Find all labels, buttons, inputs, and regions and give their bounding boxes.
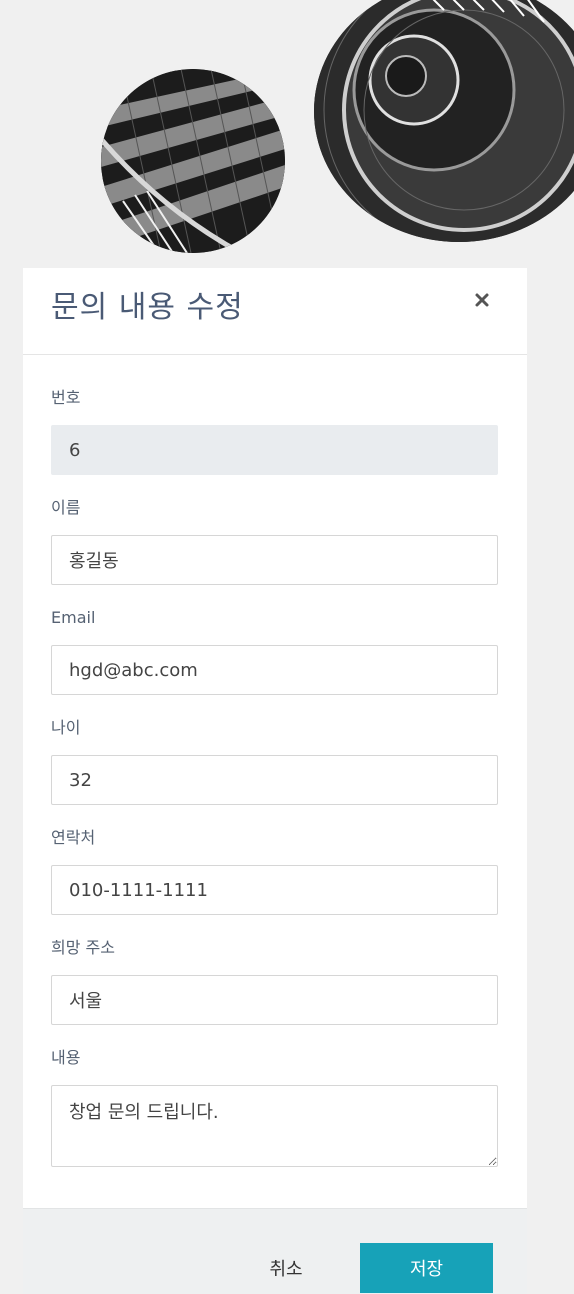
name-field: 이름 [51, 495, 498, 585]
cancel-button[interactable]: 취소 [251, 1243, 321, 1293]
name-input[interactable] [51, 535, 498, 585]
name-label: 이름 [51, 498, 81, 517]
modal-body: 번호 이름 Email 나이 연락처 희망 주소 [23, 355, 527, 1167]
address-label: 희망 주소 [51, 938, 115, 957]
number-label: 번호 [51, 388, 81, 407]
address-input[interactable] [51, 975, 498, 1025]
page: 문의 내용 수정 번호 이름 Email 나이 [0, 0, 574, 1294]
phone-label: 연락처 [51, 828, 96, 847]
number-field: 번호 [51, 385, 498, 475]
phone-field: 연락처 [51, 825, 498, 915]
age-label: 나이 [51, 718, 81, 737]
edit-inquiry-modal: 문의 내용 수정 번호 이름 Email 나이 [23, 268, 527, 1294]
number-input [51, 425, 498, 475]
content-textarea[interactable]: 창업 문의 드립니다. [51, 1085, 498, 1167]
modal-header: 문의 내용 수정 [23, 268, 527, 355]
age-field: 나이 [51, 715, 498, 805]
close-button[interactable] [471, 286, 497, 312]
email-field: Email [51, 605, 498, 695]
save-button[interactable]: 저장 [360, 1243, 493, 1293]
close-icon [475, 293, 489, 307]
staircase-photo-right [314, 0, 574, 242]
phone-input[interactable] [51, 865, 498, 915]
staircase-photo-left [101, 69, 285, 253]
address-field: 희망 주소 [51, 935, 498, 1025]
email-input[interactable] [51, 645, 498, 695]
content-field: 내용 창업 문의 드립니다. [51, 1045, 498, 1167]
email-label: Email [51, 608, 96, 627]
age-input[interactable] [51, 755, 498, 805]
modal-title: 문의 내용 수정 [51, 290, 244, 325]
modal-footer: 취소 저장 [23, 1208, 527, 1294]
content-label: 내용 [51, 1048, 81, 1067]
